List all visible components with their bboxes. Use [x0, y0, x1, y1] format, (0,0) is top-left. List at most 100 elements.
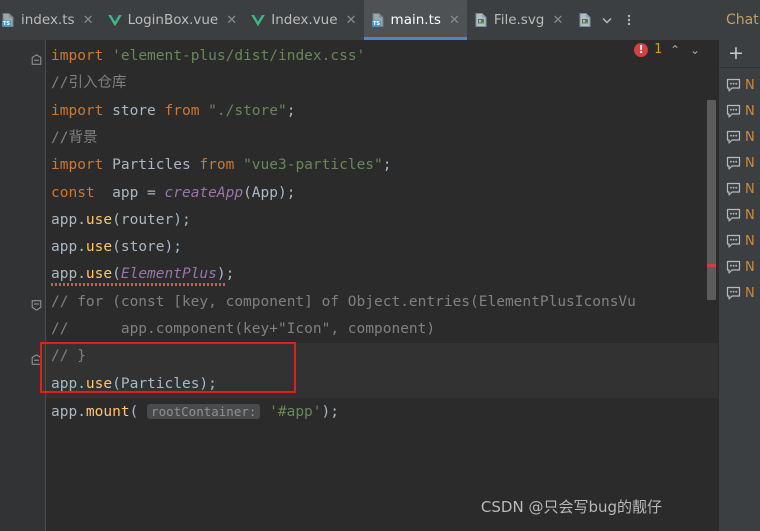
error-count: 1: [654, 42, 662, 57]
chat-list-item[interactable]: N: [719, 124, 760, 150]
chat-panel: + NNNNNNNNN: [718, 40, 760, 531]
chat-item-label: N: [745, 285, 755, 301]
close-icon[interactable]: ✕: [449, 14, 460, 27]
code-token: );: [216, 266, 235, 283]
code-token: ;: [382, 157, 392, 174]
chat-bubble-icon: [726, 130, 741, 144]
chat-list-item[interactable]: N: [719, 228, 760, 254]
tab-file-svg[interactable]: File.svg ✕: [467, 0, 570, 40]
tab-loginbox-vue[interactable]: LoginBox.vue ✕: [101, 0, 245, 40]
code-token: use: [85, 211, 113, 228]
code-line[interactable]: const app = createApp(App);: [46, 180, 718, 207]
close-icon[interactable]: ✕: [552, 14, 563, 27]
chat-bubble-icon: [726, 260, 741, 274]
code-token: //背景: [51, 129, 98, 146]
code-token: app.: [51, 266, 86, 283]
code-token: (Particles);: [112, 375, 217, 392]
editor-vertical-scrollbar[interactable]: [705, 40, 718, 531]
previous-problem-icon[interactable]: ⌃: [668, 43, 682, 57]
next-problem-icon[interactable]: ⌄: [688, 43, 702, 57]
ide-window: TS index.ts ✕ LoginBox.vue ✕ Index.vue ✕ TS main…: [0, 0, 760, 531]
scrollbar-thumb[interactable]: [707, 100, 716, 300]
watermark-text: CSDN @只会写bug的靓仔: [480, 498, 662, 516]
editor-and-chat: import 'element-plus/dist/index.css' //引入…: [0, 40, 760, 531]
chat-bubble-icon: [726, 182, 741, 196]
code-token: (: [112, 266, 121, 283]
code-line[interactable]: app.use(ElementPlus);: [46, 261, 718, 288]
code-line[interactable]: // for (const [key, component] of Object…: [46, 289, 718, 316]
code-token: (store);: [112, 239, 182, 256]
fold-collapse-icon[interactable]: [31, 50, 42, 65]
chat-list-item[interactable]: N: [719, 176, 760, 202]
error-stripe-marker[interactable]: [707, 264, 716, 267]
code-token: ;: [286, 102, 296, 119]
tab-index-vue[interactable]: Index.vue ✕: [244, 0, 363, 40]
inspection-widget: ! 1 ⌃ ⌄: [634, 42, 702, 57]
chevron-down-icon[interactable]: [596, 0, 618, 40]
chat-item-label: N: [745, 103, 755, 119]
svg-file-icon: [473, 12, 489, 28]
code-line[interactable]: //背景: [46, 125, 718, 152]
chat-list-item[interactable]: N: [719, 202, 760, 228]
tab-label: Index.vue: [271, 12, 338, 28]
chat-list-item[interactable]: N: [719, 280, 760, 306]
code-token: 'element-plus/dist/index.css': [112, 48, 366, 64]
vue-file-icon: [250, 12, 266, 28]
close-icon[interactable]: ✕: [83, 14, 94, 27]
code-token: app.: [51, 239, 86, 256]
tab-main-ts[interactable]: TS main.ts ✕: [363, 0, 468, 40]
code-token: app.: [51, 403, 86, 420]
chat-item-label: N: [745, 77, 755, 93]
chat-list-item[interactable]: N: [719, 254, 760, 280]
chat-panel-title: Chat: [726, 12, 759, 28]
tab-index-ts[interactable]: TS index.ts ✕: [0, 0, 101, 40]
code-editor[interactable]: import 'element-plus/dist/index.css' //引入…: [0, 40, 718, 531]
fold-expand-icon[interactable]: [31, 296, 42, 311]
code-token: import: [51, 48, 104, 64]
editor-gutter[interactable]: [0, 40, 46, 531]
close-icon[interactable]: ✕: [346, 14, 357, 27]
chat-bubble-icon: [726, 286, 741, 300]
code-line[interactable]: app.use(Particles);: [46, 370, 718, 398]
svg-file-icon[interactable]: [574, 0, 596, 40]
fold-collapse-icon[interactable]: [31, 350, 42, 365]
code-token: (router);: [112, 211, 191, 228]
code-token: createApp: [164, 184, 244, 201]
code-text-area[interactable]: import 'element-plus/dist/index.css' //引入…: [46, 40, 718, 531]
chat-item-label: N: [745, 233, 755, 249]
more-vertical-icon[interactable]: [618, 0, 640, 40]
tab-bar-actions: [570, 0, 640, 40]
svg-text:TS: TS: [3, 21, 11, 27]
code-token: (: [129, 403, 148, 420]
code-line[interactable]: // }: [46, 343, 718, 371]
vue-file-icon: [107, 12, 123, 28]
chat-list-item[interactable]: N: [719, 98, 760, 124]
code-line[interactable]: import 'element-plus/dist/index.css': [46, 43, 718, 70]
chat-item-label: N: [745, 259, 755, 275]
code-line[interactable]: app.use(router);: [46, 207, 718, 234]
code-line[interactable]: app.use(store);: [46, 234, 718, 261]
code-line[interactable]: // app.component(key+"Icon", component): [46, 316, 718, 343]
chat-item-label: N: [745, 207, 755, 223]
code-token: );: [321, 403, 339, 420]
chat-bubble-icon: [726, 208, 741, 222]
code-line[interactable]: //引入仓库: [46, 70, 718, 97]
chat-toolbar: +: [719, 40, 760, 68]
tab-label: index.ts: [21, 12, 75, 28]
close-icon[interactable]: ✕: [226, 14, 237, 27]
chat-bubble-icon: [726, 104, 741, 118]
chat-bubble-icon: [726, 156, 741, 170]
chat-list[interactable]: NNNNNNNNN: [719, 68, 760, 531]
code-line[interactable]: app.mount( rootContainer: '#app');: [46, 398, 718, 425]
code-token: use: [85, 375, 113, 392]
code-token: "vue3-particles": [243, 157, 383, 174]
code-line[interactable]: import Particles from "vue3-particles";: [46, 152, 718, 179]
chat-list-item[interactable]: N: [719, 72, 760, 98]
chat-list-item[interactable]: N: [719, 150, 760, 176]
plus-icon[interactable]: +: [728, 44, 744, 63]
code-line[interactable]: import store from "./store";: [46, 98, 718, 125]
